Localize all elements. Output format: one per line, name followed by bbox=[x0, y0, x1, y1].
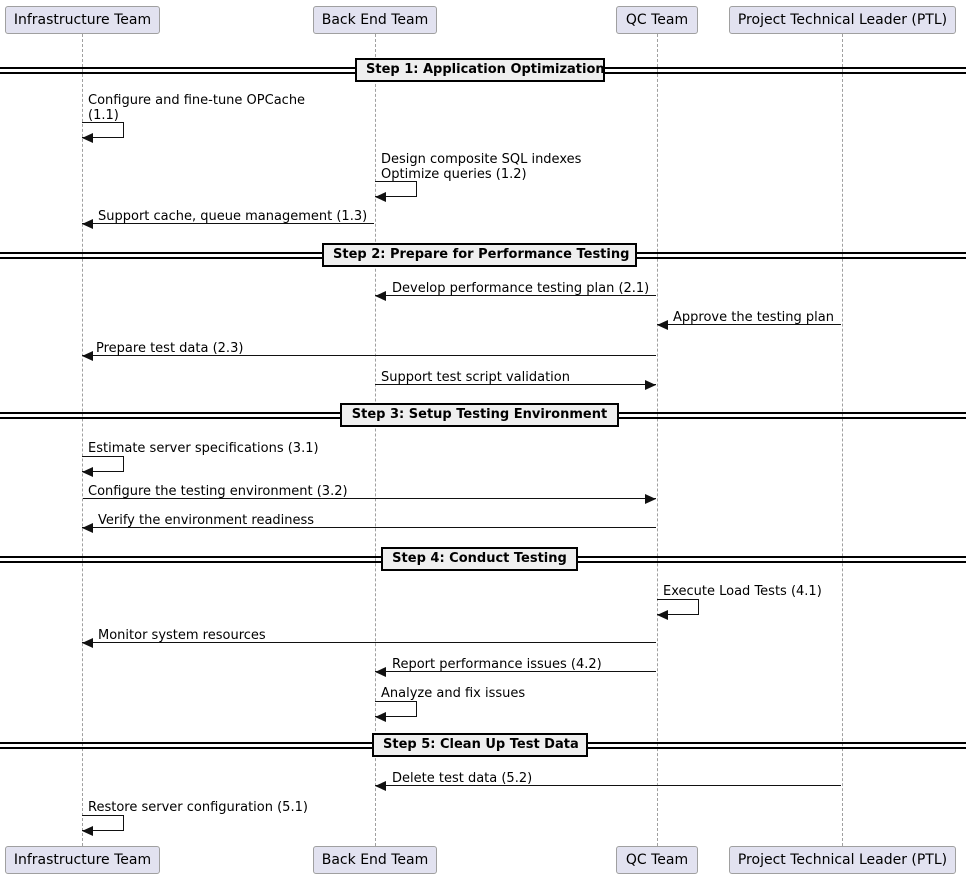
message-line-m2_4 bbox=[375, 384, 656, 385]
message-line-m1_3 bbox=[82, 223, 374, 224]
arrowhead-m1_3 bbox=[82, 219, 93, 229]
message-label-m2_1: Develop performance testing plan (2.1) bbox=[392, 281, 650, 296]
arrowhead-m2_2 bbox=[657, 320, 668, 330]
arrowhead-m3_3 bbox=[82, 523, 93, 533]
footer-participant-infra: Infrastructure Team bbox=[5, 846, 160, 874]
message-line-m3_3 bbox=[82, 527, 656, 528]
message-line-m3_2 bbox=[83, 498, 656, 499]
sequence-diagram-canvas: Infrastructure Team Back End Team QC Team P… bbox=[0, 0, 966, 880]
arrowhead-m1_2 bbox=[375, 192, 386, 202]
header-participant-qc: QC Team bbox=[616, 6, 698, 34]
footer-participant-ptl: Project Technical Leader (PTL) bbox=[729, 846, 956, 874]
footer-participant-qc: QC Team bbox=[616, 846, 698, 874]
message-label-m4_1: Execute Load Tests (4.1) bbox=[663, 584, 822, 599]
message-line-m5_2 bbox=[375, 785, 841, 786]
message-label-m2_3: Prepare test data (2.3) bbox=[96, 341, 244, 356]
arrowhead-m2_3 bbox=[82, 351, 93, 361]
arrowhead-m4_4 bbox=[375, 712, 386, 722]
divider-label-step1: Step 1: Application Optimization bbox=[355, 58, 605, 82]
lifeline-ptl bbox=[842, 34, 843, 846]
lifeline-infra bbox=[82, 34, 83, 846]
arrowhead-m4_2 bbox=[82, 638, 93, 648]
divider-label-step3: Step 3: Setup Testing Environment bbox=[340, 403, 619, 427]
message-line-m4_2 bbox=[82, 642, 656, 643]
message-label-m2_4: Support test script validation bbox=[381, 370, 570, 385]
divider-label-step2: Step 2: Prepare for Performance Testing bbox=[322, 243, 637, 267]
message-label-m4_4: Analyze and fix issues bbox=[381, 686, 526, 701]
header-participant-ptl: Project Technical Leader (PTL) bbox=[729, 6, 956, 34]
message-label-m2_2: Approve the testing plan bbox=[673, 310, 834, 325]
arrowhead-m2_4 bbox=[645, 380, 656, 390]
arrowhead-m1_1 bbox=[82, 133, 93, 143]
message-label-m3_1: Estimate server specifications (3.1) bbox=[88, 441, 319, 456]
header-participant-infra: Infrastructure Team bbox=[5, 6, 160, 34]
lifeline-be bbox=[375, 34, 376, 846]
message-label-m3_3: Verify the environment readiness bbox=[98, 513, 315, 528]
footer-participant-be: Back End Team bbox=[313, 846, 437, 874]
message-label-m3_2: Configure the testing environment (3.2) bbox=[88, 484, 348, 499]
arrowhead-m4_1 bbox=[657, 610, 668, 620]
message-label-m5_1: Restore server configuration (5.1) bbox=[88, 800, 308, 815]
message-label-m4_2: Monitor system resources bbox=[98, 628, 266, 643]
header-participant-be: Back End Team bbox=[313, 6, 437, 34]
message-label-m4_3: Report performance issues (4.2) bbox=[392, 657, 602, 672]
divider-label-step4: Step 4: Conduct Testing bbox=[381, 547, 578, 571]
message-line-m2_3 bbox=[82, 355, 656, 356]
arrowhead-m3_2 bbox=[645, 494, 656, 504]
lifeline-qc bbox=[657, 34, 658, 846]
message-line-m4_3 bbox=[375, 671, 656, 672]
arrowhead-m5_2 bbox=[375, 781, 386, 791]
message-line-m2_2 bbox=[657, 324, 841, 325]
message-label-m5_2: Delete test data (5.2) bbox=[392, 771, 533, 786]
arrowhead-m2_1 bbox=[375, 291, 386, 301]
arrowhead-m3_1 bbox=[82, 467, 93, 477]
arrowhead-m4_3 bbox=[375, 667, 386, 677]
divider-label-step5: Step 5: Clean Up Test Data bbox=[372, 733, 588, 757]
message-label-m1_3: Support cache, queue management (1.3) bbox=[98, 209, 368, 224]
message-label-m1_2: Design composite SQL indexes Optimize qu… bbox=[381, 152, 582, 182]
message-label-m1_1: Configure and fine-tune OPCache (1.1) bbox=[88, 93, 306, 123]
message-line-m2_1 bbox=[375, 295, 656, 296]
arrowhead-m5_1 bbox=[82, 826, 93, 836]
